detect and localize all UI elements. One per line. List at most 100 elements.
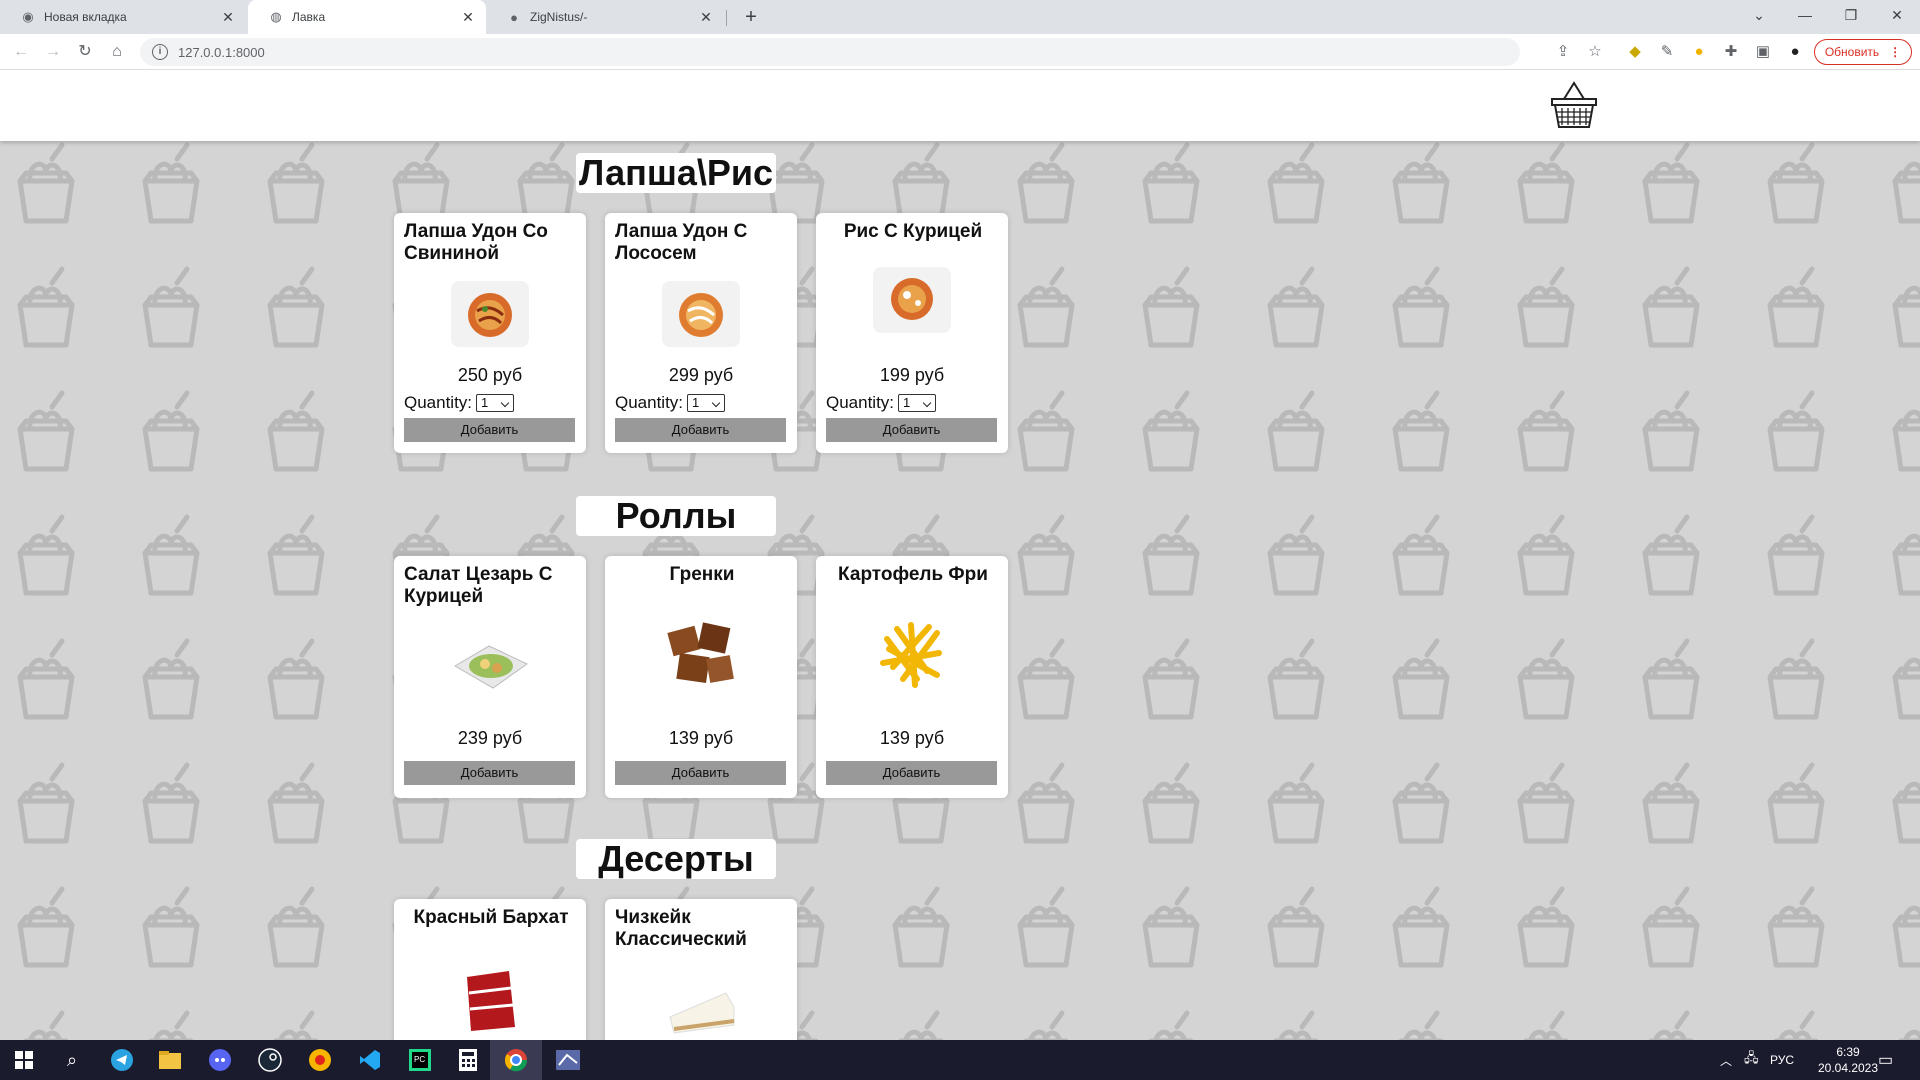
- url-text: 127.0.0.1:8000: [178, 44, 265, 60]
- add-button[interactable]: Добавить: [615, 761, 786, 785]
- quantity-label: Quantity:: [826, 393, 895, 412]
- section-title-rolls: Роллы: [576, 496, 776, 536]
- svg-text:PC: PC: [414, 1055, 425, 1064]
- page-background: Лапша\Рис Лапша Удон Со Свининой 250 руб…: [0, 141, 1920, 1040]
- quantity-select[interactable]: 1: [687, 394, 726, 412]
- product-card: Лапша Удон С Лососем 299 руб Quantity: 1…: [605, 213, 797, 453]
- close-icon[interactable]: ✕: [458, 9, 478, 26]
- quantity-select[interactable]: 1: [476, 394, 515, 412]
- quantity-label: Quantity:: [615, 393, 684, 412]
- tab-title: ZigNistus/-: [530, 10, 588, 24]
- yandex-browser-icon[interactable]: [296, 1040, 344, 1080]
- extensions-puzzle-icon[interactable]: ✚: [1721, 42, 1741, 62]
- language-indicator[interactable]: РУС: [1770, 1040, 1794, 1080]
- globe-icon: ◍: [270, 9, 282, 24]
- section-title-noodles: Лапша\Рис: [576, 153, 776, 193]
- product-name: Лапша Удон С Лососем: [615, 221, 748, 264]
- product-price: 199 руб: [879, 365, 945, 385]
- product-price: 250 руб: [457, 365, 523, 385]
- update-button[interactable]: Обновить ⋮: [1814, 39, 1912, 65]
- discord-icon[interactable]: [196, 1040, 244, 1080]
- vscode-icon[interactable]: [346, 1040, 394, 1080]
- profile-avatar[interactable]: ●: [1785, 42, 1805, 62]
- french-fries-image: [862, 606, 962, 702]
- game-app-icon[interactable]: [544, 1040, 592, 1080]
- tab-lavka[interactable]: ◍ Лавка ✕: [248, 0, 486, 34]
- tab-separator: [726, 10, 727, 26]
- product-price: 299 руб: [668, 365, 734, 385]
- croutons-image: [651, 606, 751, 702]
- file-explorer-icon[interactable]: [146, 1040, 194, 1080]
- add-button[interactable]: Добавить: [826, 418, 997, 442]
- update-label: Обновить: [1824, 45, 1880, 59]
- pycharm-icon[interactable]: PC: [396, 1040, 444, 1080]
- quantity-select[interactable]: 1: [898, 394, 937, 412]
- red-velvet-cake-image: [440, 949, 540, 1040]
- product-card: Лапша Удон Со Свининой 250 руб Quantity:…: [394, 213, 586, 453]
- cheesecake-image: [651, 959, 751, 1040]
- tray-overflow-icon[interactable]: ︿: [1720, 1040, 1732, 1080]
- steam-icon[interactable]: [246, 1040, 294, 1080]
- address-bar[interactable]: i 127.0.0.1:8000: [140, 38, 1520, 66]
- product-card: Красный Бархат: [394, 899, 586, 1040]
- close-icon[interactable]: ✕: [696, 9, 716, 26]
- home-icon[interactable]: ⌂: [104, 40, 130, 64]
- site-header: [0, 71, 1920, 141]
- product-card: Салат Цезарь С Курицей 239 руб Добавить: [394, 556, 586, 798]
- product-name: Рис С Курицей: [843, 221, 983, 242]
- side-panel-icon[interactable]: ▣: [1753, 42, 1773, 62]
- page-viewport: Лапша\Рис Лапша Удон Со Свининой 250 руб…: [0, 71, 1920, 1040]
- close-window-button[interactable]: ✕: [1874, 0, 1920, 30]
- product-card: Рис С Курицей 199 руб Quantity: 1 Добави…: [816, 213, 1008, 453]
- tab-new-tab[interactable]: ◉ Новая вкладка ✕: [0, 0, 246, 34]
- browser-toolbar: ← → ↻ ⌂ i 127.0.0.1:8000 ⇪ ☆ ◆ ✎ ● ✚ ▣ ●…: [0, 34, 1920, 70]
- telegram-icon[interactable]: [98, 1040, 146, 1080]
- quantity-label: Quantity:: [404, 393, 473, 412]
- network-icon[interactable]: 🖧: [1744, 1040, 1759, 1080]
- search-icon[interactable]: ⌕: [48, 1040, 96, 1080]
- windows-start-icon[interactable]: [0, 1040, 48, 1080]
- back-icon[interactable]: ←: [8, 40, 34, 64]
- extension-icon[interactable]: ◆: [1625, 42, 1645, 62]
- new-tab-button[interactable]: +: [738, 4, 764, 30]
- extension-pen-icon[interactable]: ✎: [1657, 42, 1677, 62]
- restore-button[interactable]: ❐: [1828, 0, 1874, 30]
- rice-box-image: [862, 251, 962, 347]
- clock[interactable]: 6:39 20.04.2023: [1808, 1040, 1888, 1080]
- caesar-salad-image: [440, 618, 540, 714]
- noodle-box-image: [651, 265, 751, 361]
- product-card: Картофель Фри 139 руб Добавить: [816, 556, 1008, 798]
- chrome-taskbar-icon[interactable]: [490, 1040, 542, 1080]
- tab-search-icon[interactable]: ⌄: [1736, 0, 1782, 30]
- reload-icon[interactable]: ↻: [72, 40, 98, 64]
- basket-icon[interactable]: [1550, 81, 1598, 131]
- quantity-row: Quantity: 1: [826, 393, 937, 413]
- notifications-icon[interactable]: ▭: [1878, 1040, 1893, 1080]
- product-name: Гренки: [669, 564, 735, 585]
- product-name: Лапша Удон Со Свининой: [404, 221, 548, 264]
- extension-badge-icon[interactable]: ●: [1689, 42, 1709, 62]
- tab-title: Лавка: [292, 10, 326, 24]
- add-button[interactable]: Добавить: [404, 418, 575, 442]
- add-button[interactable]: Добавить: [826, 761, 997, 785]
- clock-date: 20.04.2023: [1817, 1061, 1879, 1075]
- noodle-box-image: [440, 265, 540, 361]
- product-card: Гренки 139 руб Добавить: [605, 556, 797, 798]
- calculator-icon[interactable]: [444, 1040, 492, 1080]
- share-icon[interactable]: ⇪: [1553, 42, 1573, 62]
- product-name: Красный Бархат: [413, 907, 569, 928]
- add-button[interactable]: Добавить: [404, 761, 575, 785]
- tab-github[interactable]: ● ZigNistus/- ✕: [486, 0, 724, 34]
- product-card: Чизкейк Классический: [605, 899, 797, 1040]
- product-name: Чизкейк Классический: [615, 907, 747, 950]
- bookmark-star-icon[interactable]: ☆: [1585, 42, 1605, 62]
- github-icon: ●: [510, 9, 518, 25]
- minimize-button[interactable]: —: [1782, 0, 1828, 30]
- close-icon[interactable]: ✕: [218, 9, 238, 26]
- forward-icon[interactable]: →: [40, 40, 66, 64]
- more-menu-icon[interactable]: ⋮: [1889, 45, 1901, 59]
- quantity-row: Quantity: 1: [404, 393, 515, 413]
- site-info-icon[interactable]: i: [152, 44, 168, 60]
- clock-time: 6:39: [1836, 1045, 1860, 1059]
- add-button[interactable]: Добавить: [615, 418, 786, 442]
